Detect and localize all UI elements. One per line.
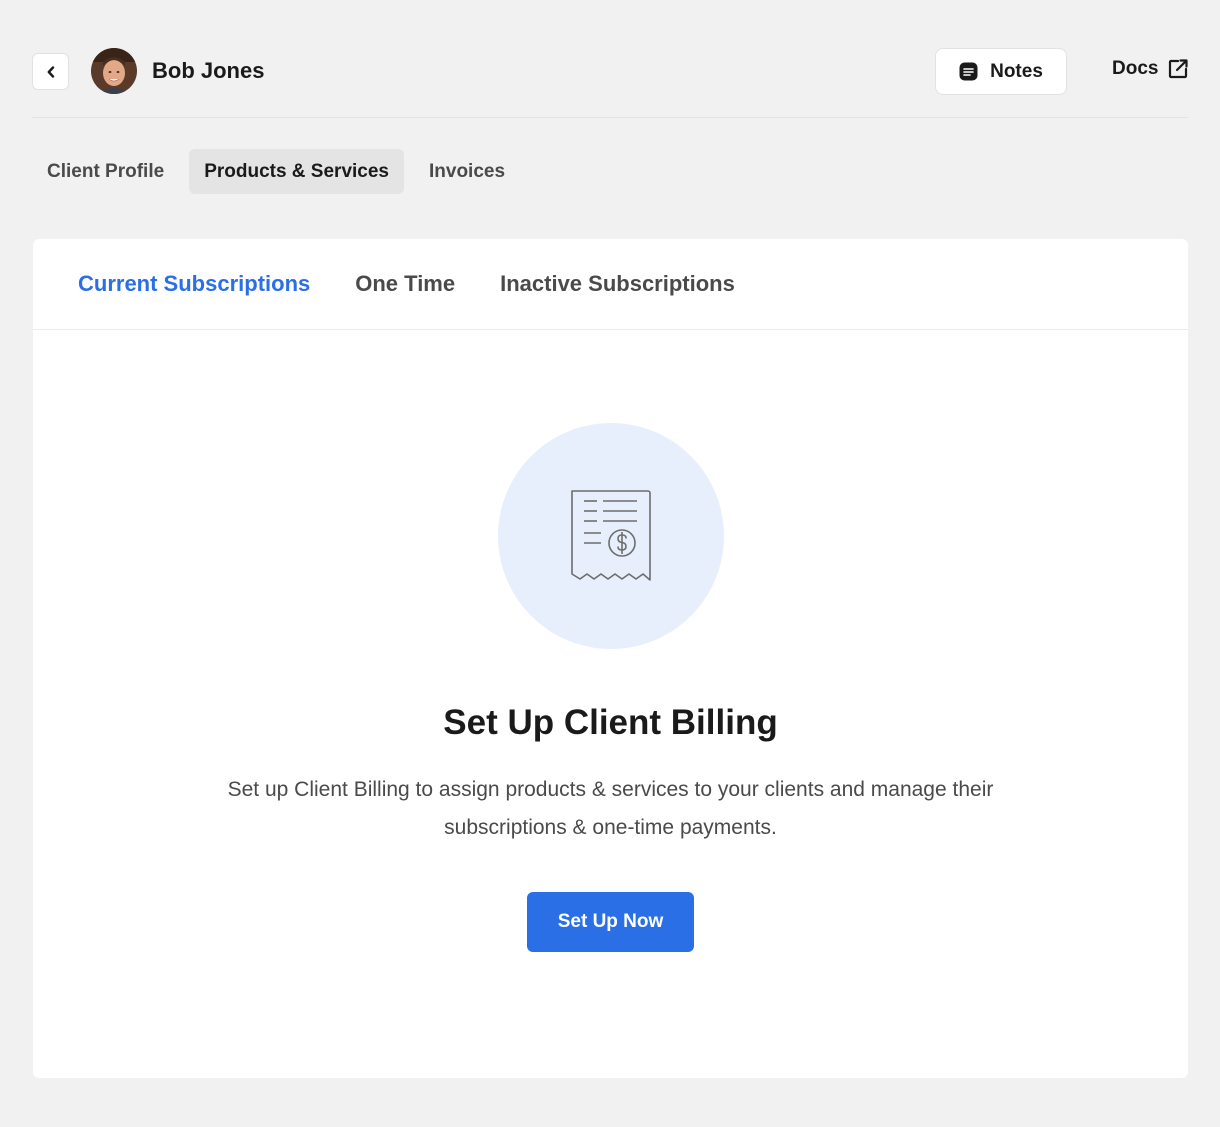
page: Bob Jones Notes Docs Client Profile Prod… (0, 0, 1220, 1127)
receipt-dollar-icon (570, 490, 651, 581)
external-link-icon (1169, 59, 1189, 79)
subscriptions-card: Current Subscriptions One Time Inactive … (33, 239, 1188, 1078)
notes-icon (959, 62, 978, 81)
set-up-now-button[interactable]: Set Up Now (527, 892, 694, 952)
avatar (91, 48, 137, 94)
tab-current-subscriptions[interactable]: Current Subscriptions (78, 271, 310, 297)
tab-products-services[interactable]: Products & Services (189, 149, 404, 194)
docs-label: Docs (1112, 58, 1159, 79)
top-tabs: Client Profile Products & Services Invoi… (32, 149, 520, 194)
tab-inactive-subscriptions[interactable]: Inactive Subscriptions (500, 271, 735, 297)
empty-state-description: Set up Client Billing to assign products… (227, 778, 994, 839)
back-button[interactable] (32, 53, 69, 90)
client-name: Bob Jones (152, 58, 265, 83)
empty-state-title: Set Up Client Billing (443, 703, 778, 742)
notes-button[interactable]: Notes (935, 48, 1067, 95)
page-header: Bob Jones Notes Docs (32, 48, 1189, 118)
chevron-left-icon (47, 65, 54, 78)
subscription-tabs: Current Subscriptions One Time Inactive … (33, 239, 1188, 330)
docs-link[interactable]: Docs (1112, 58, 1189, 80)
notes-label: Notes (990, 60, 1043, 82)
tab-invoices[interactable]: Invoices (414, 149, 520, 194)
tab-one-time[interactable]: One Time (355, 271, 455, 297)
tab-client-profile[interactable]: Client Profile (32, 149, 179, 194)
icon-circle (497, 423, 724, 649)
empty-state: Set Up Client Billing Set up Client Bill… (33, 423, 1188, 952)
